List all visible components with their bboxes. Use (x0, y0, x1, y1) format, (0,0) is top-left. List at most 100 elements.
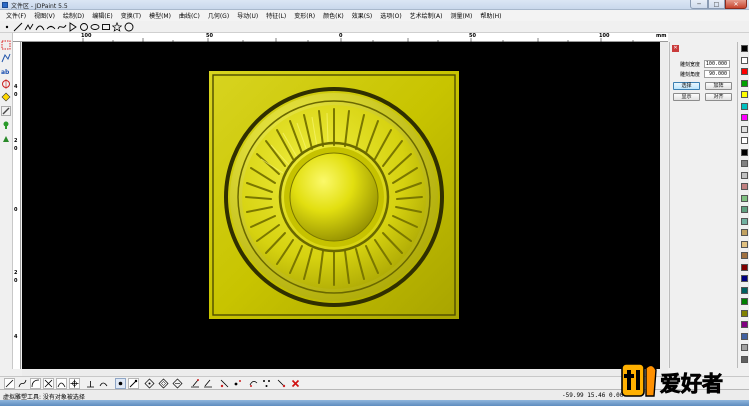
menu-measure[interactable]: 测量(M) (447, 11, 475, 20)
sculpt-sharp-icon[interactable] (219, 378, 230, 389)
palette-swatch[interactable] (741, 286, 748, 294)
field2-input[interactable]: 90.000 (704, 70, 730, 78)
sculpt-curve-icon[interactable] (17, 378, 28, 389)
sculpt-diamond3-icon[interactable] (172, 378, 183, 389)
delete-icon[interactable] (290, 378, 301, 389)
menu-geometry[interactable]: 几何(G) (205, 11, 232, 20)
sculpt-chisel-icon[interactable] (190, 378, 201, 389)
palette-swatch[interactable] (741, 125, 748, 133)
curve-tool-icon[interactable] (57, 22, 67, 32)
align-button[interactable]: 对齐 (705, 93, 732, 101)
sculpt-knife-icon[interactable] (203, 378, 214, 389)
sculpt-brush-icon[interactable] (128, 378, 139, 389)
palette-swatch[interactable] (741, 332, 748, 340)
fill-tool-icon[interactable] (1, 134, 11, 144)
drawing-canvas[interactable] (22, 42, 668, 369)
polyline-tool-icon[interactable] (24, 22, 34, 32)
menu-color[interactable]: 颜色(K) (320, 11, 347, 20)
select-box-icon[interactable] (1, 40, 11, 50)
select-button[interactable]: 选择 (673, 82, 700, 90)
circle-outline-tool-icon[interactable] (124, 22, 134, 32)
minimize-button[interactable]: ─ (690, 0, 708, 9)
point-tool-icon[interactable] (2, 22, 12, 32)
menu-model[interactable]: 模型(M) (146, 11, 174, 20)
palette-swatch[interactable] (741, 298, 748, 305)
circle-tool-icon[interactable] (79, 22, 89, 32)
palette-swatch[interactable] (741, 79, 748, 87)
palette-swatch[interactable] (741, 160, 748, 167)
line-tool-icon[interactable] (13, 22, 23, 32)
show-button[interactable]: 显示 (673, 93, 700, 101)
sculpt-pick-icon[interactable] (276, 378, 287, 389)
panel-close-icon[interactable]: ✕ (672, 45, 679, 52)
relief-model[interactable] (209, 71, 459, 319)
menu-options[interactable]: 选项(O) (377, 11, 404, 20)
menu-effect[interactable]: 效果(S) (349, 11, 376, 20)
palette-swatch[interactable] (741, 309, 748, 317)
sculpt-cross-icon[interactable] (43, 378, 54, 389)
palette-swatch[interactable] (741, 114, 748, 121)
menu-feature[interactable]: 特征(L) (263, 11, 289, 20)
menu-art-draw[interactable]: 艺术绘制(A) (407, 11, 446, 20)
arc3-tool-icon[interactable] (46, 22, 56, 32)
palette-swatch[interactable] (741, 263, 748, 271)
sculpt-diamond2-icon[interactable] (158, 378, 169, 389)
rectangle-tool-icon[interactable] (101, 22, 111, 32)
spray-tool-icon[interactable] (1, 120, 11, 130)
menu-deform[interactable]: 变形(R) (291, 11, 318, 20)
palette-swatch[interactable] (741, 137, 748, 144)
sculpt-base-icon[interactable] (85, 378, 96, 389)
menu-help[interactable]: 帮助(H) (477, 11, 504, 20)
add-array-button[interactable]: 加阵 (705, 82, 732, 90)
palette-swatch[interactable] (741, 45, 748, 52)
sculpt-spot-icon[interactable] (232, 378, 243, 389)
palette-swatch[interactable] (741, 102, 748, 110)
arc-tool-icon[interactable] (35, 22, 45, 32)
text-tool-icon[interactable]: ab (1, 66, 11, 76)
sculpt-diamond1-icon[interactable] (144, 378, 155, 389)
palette-swatch[interactable] (741, 194, 748, 202)
sculpt-move-icon[interactable] (69, 378, 80, 389)
palette-swatch[interactable] (741, 56, 748, 64)
field1-input[interactable]: 100.000 (704, 60, 730, 68)
pen-tool-icon[interactable] (1, 106, 11, 116)
menu-curve[interactable]: 曲线(C) (176, 11, 203, 20)
sculpt-group-icon[interactable] (261, 378, 272, 389)
palette-swatch[interactable] (741, 217, 748, 225)
palette-swatch[interactable] (741, 252, 748, 259)
palette-swatch[interactable] (741, 148, 748, 156)
node-edit-icon[interactable] (1, 53, 11, 63)
palette-swatch[interactable] (741, 91, 748, 98)
menu-view[interactable]: 视图(V) (31, 11, 58, 20)
menu-draw[interactable]: 绘制(D) (60, 11, 87, 20)
maximize-button[interactable]: □ (708, 0, 725, 9)
menu-guide[interactable]: 导动(U) (234, 11, 261, 20)
sculpt-point-icon[interactable] (115, 378, 126, 389)
menu-transform[interactable]: 变换(T) (118, 11, 144, 20)
ellipse-tool-icon[interactable] (90, 22, 100, 32)
menu-edit[interactable]: 编辑(E) (89, 11, 115, 20)
palette-swatch[interactable] (741, 229, 748, 236)
vertical-scrollbar[interactable] (660, 42, 668, 369)
palette-swatch[interactable] (741, 321, 748, 328)
menu-file[interactable]: 文件(F) (3, 11, 29, 20)
palette-swatch[interactable] (741, 171, 748, 179)
close-button[interactable]: ✕ (725, 0, 747, 9)
palette-swatch[interactable] (741, 275, 748, 282)
sculpt-line-icon[interactable] (4, 378, 15, 389)
play-tool-icon[interactable] (68, 22, 78, 32)
sculpt-arc-icon[interactable] (30, 378, 41, 389)
sculpt-round-icon[interactable] (56, 378, 67, 389)
snap-tool-icon[interactable] (1, 79, 11, 89)
palette-swatch[interactable] (741, 206, 748, 213)
palette-swatch[interactable] (741, 68, 748, 75)
sculpt-rotate-icon[interactable] (248, 378, 259, 389)
palette-swatch[interactable] (741, 344, 748, 351)
horizontal-scrollbar[interactable] (22, 369, 668, 376)
palette-swatch[interactable] (741, 240, 748, 248)
palette-swatch[interactable] (741, 183, 748, 190)
draw-toolbar (0, 21, 749, 33)
star-tool-icon[interactable] (112, 22, 122, 32)
diamond-tool-icon[interactable] (1, 92, 11, 102)
sculpt-smooth-icon[interactable] (98, 378, 109, 389)
